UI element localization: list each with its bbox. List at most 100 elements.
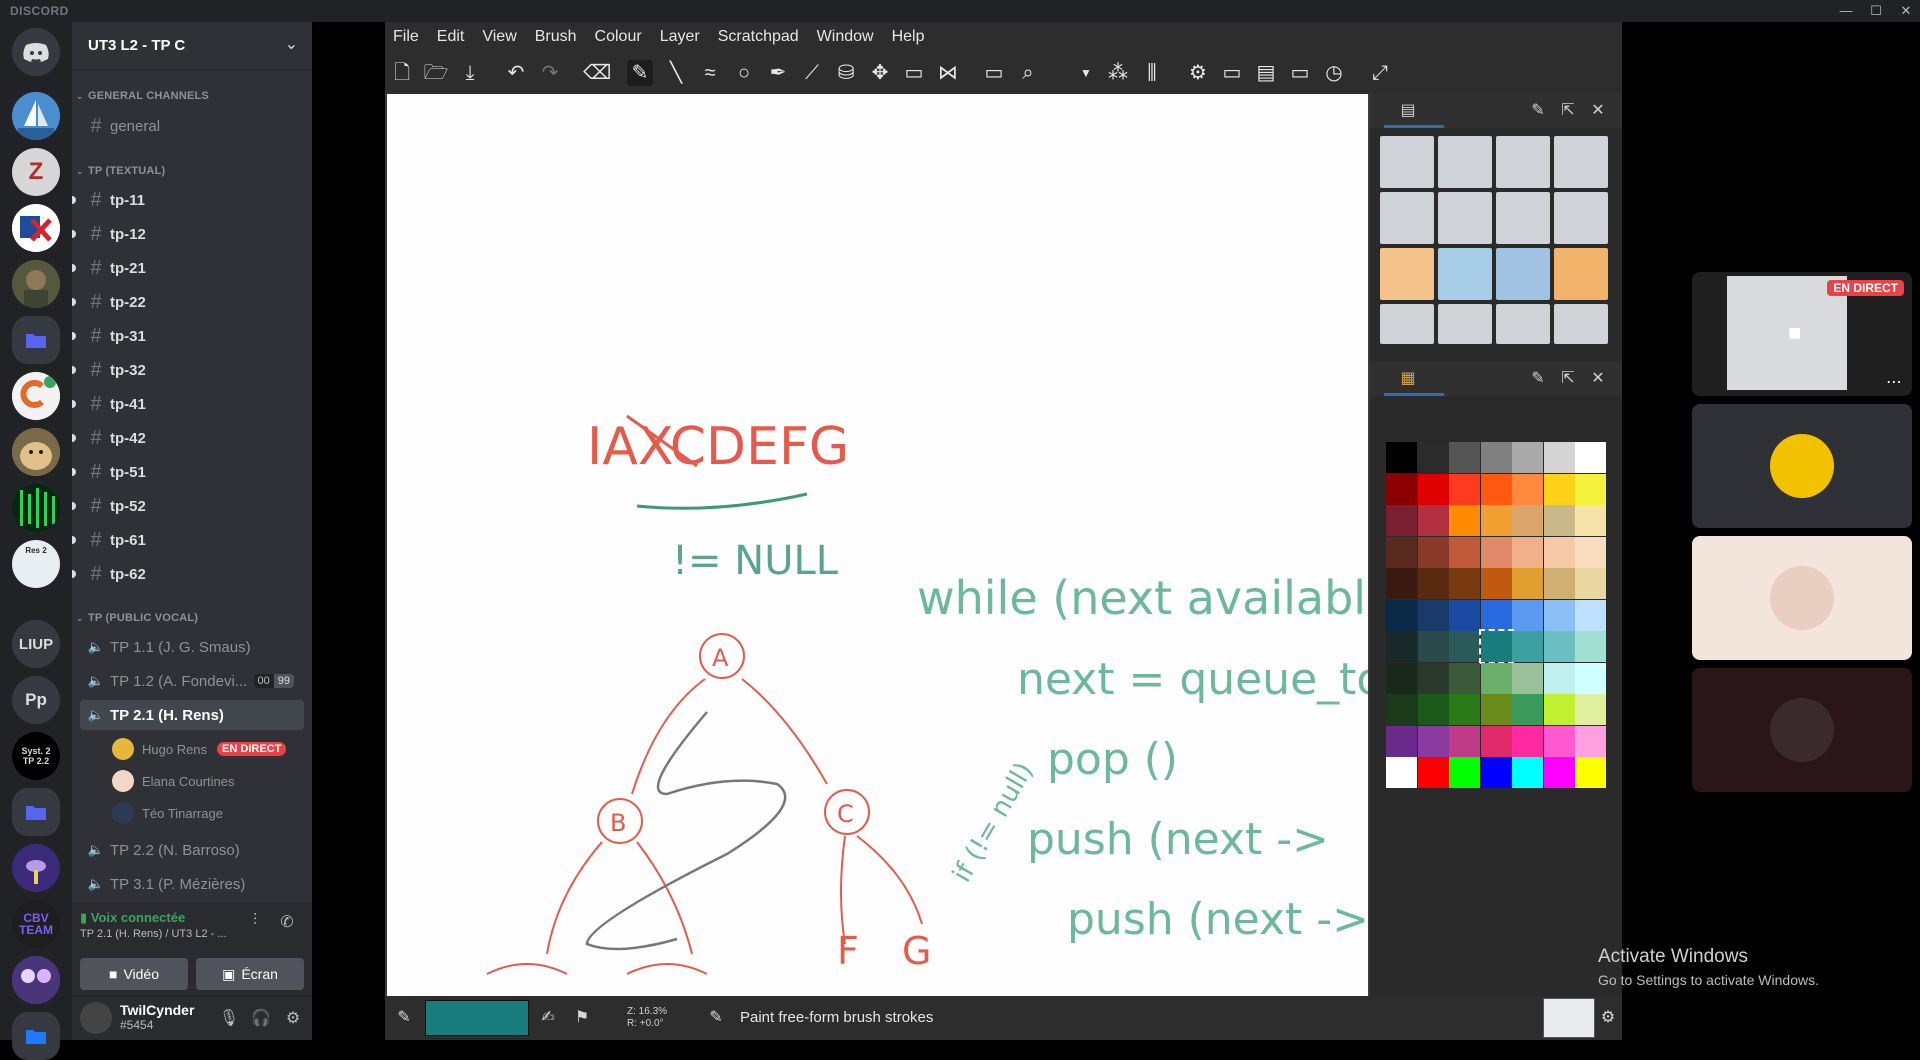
brush-preset[interactable]: [1496, 192, 1550, 244]
participant-tile-stream[interactable]: EN DIRECT ■ ⋯: [1692, 272, 1912, 396]
palette-swatch[interactable]: [1449, 442, 1480, 473]
brush-icon[interactable]: ✎: [393, 1007, 415, 1029]
brush-preset[interactable]: [1554, 304, 1608, 344]
eraser-icon[interactable]: ⌫: [583, 60, 611, 86]
channel-tp-11[interactable]: # tp-11: [72, 185, 304, 215]
float-icon[interactable]: ⇱: [1556, 100, 1580, 122]
pin-icon[interactable]: ✎: [1526, 100, 1550, 122]
palette-swatch[interactable]: [1417, 568, 1449, 599]
minimize-button[interactable]: —: [1832, 0, 1860, 22]
palette-swatch[interactable]: [1512, 568, 1543, 599]
stream-krita-window[interactable]: File Edit View Brush Colour Layer Scratc…: [385, 22, 1622, 1040]
brush-settings-icon[interactable]: ⚙: [1597, 1007, 1619, 1029]
server-matrix[interactable]: [12, 484, 60, 532]
menu-help[interactable]: Help: [892, 28, 925, 46]
palette-swatch[interactable]: [1386, 662, 1417, 694]
channel-tp-41[interactable]: # tp-41: [72, 389, 304, 419]
drawing-canvas[interactable]: IAXCDEFG != NULL while (next available) …: [387, 94, 1368, 996]
palette-swatch[interactable]: [1386, 725, 1417, 757]
brush-preset[interactable]: [1380, 304, 1434, 344]
palette-swatch[interactable]: [1575, 662, 1606, 694]
menu-colour[interactable]: Colour: [595, 28, 642, 46]
server-pp[interactable]: Pp: [12, 676, 60, 724]
microphone-icon[interactable]: 🎙: [218, 1008, 240, 1030]
brush-preset[interactable]: [1496, 304, 1550, 344]
palette-swatch[interactable]: [1480, 599, 1512, 631]
brush-preset[interactable]: [1438, 192, 1492, 244]
palette-swatch[interactable]: [1480, 505, 1512, 536]
palette-swatch[interactable]: [1575, 631, 1606, 662]
redo-icon[interactable]: ↷: [537, 60, 563, 86]
palette-swatch[interactable]: [1575, 442, 1606, 473]
palette-swatch[interactable]: [1512, 725, 1543, 757]
channel-tp-62[interactable]: # tp-62: [72, 559, 304, 589]
palette-swatch[interactable]: [1449, 694, 1480, 725]
palette-swatch[interactable]: [1543, 599, 1575, 631]
server-liup[interactable]: LIUP: [12, 620, 60, 668]
menu-edit[interactable]: Edit: [437, 28, 465, 46]
palette-swatch[interactable]: [1543, 662, 1575, 694]
guild-header[interactable]: UT3 L2 - TP C ⌄: [72, 22, 312, 70]
folder-icon[interactable]: [12, 1012, 60, 1060]
clock-icon[interactable]: ◷: [1321, 60, 1347, 86]
channel-tp-31[interactable]: # tp-31: [72, 321, 304, 351]
palette-swatch[interactable]: [1480, 725, 1512, 757]
voice-user-hugo[interactable]: Hugo Rens EN DIRECT: [112, 735, 304, 763]
screen-share-button[interactable]: ▣ Écran: [196, 958, 304, 990]
fullscreen-icon[interactable]: ⤢: [1367, 60, 1393, 86]
palette-swatch[interactable]: [1512, 662, 1543, 694]
server-doge[interactable]: [12, 428, 60, 476]
color-picker-icon[interactable]: ⟋: [799, 60, 825, 86]
zoom-tool-icon[interactable]: ⌕: [1015, 60, 1041, 86]
palette-swatch[interactable]: [1512, 536, 1543, 568]
palette-swatch[interactable]: [1512, 757, 1543, 788]
server-c-logo[interactable]: [12, 372, 60, 420]
voice-user-elana[interactable]: Elana Courtines: [112, 767, 304, 795]
palette-swatch[interactable]: [1386, 757, 1417, 788]
palette-swatch[interactable]: [1449, 662, 1480, 694]
menu-brush[interactable]: Brush: [535, 28, 577, 46]
server-cbv[interactable]: CBV TEAM: [12, 900, 60, 948]
palette-swatch[interactable]: [1449, 568, 1480, 599]
palette-swatch[interactable]: [1386, 536, 1417, 568]
palette-swatch[interactable]: [1449, 631, 1480, 662]
palette-swatch[interactable]: [1512, 694, 1543, 725]
dropdown-icon[interactable]: ▼: [1073, 60, 1099, 86]
folder-icon[interactable]: [12, 788, 60, 836]
maximize-button[interactable]: ☐: [1862, 0, 1890, 22]
palette-swatch[interactable]: [1575, 536, 1606, 568]
palette-swatch[interactable]: [1478, 629, 1514, 664]
palette-swatch[interactable]: [1417, 536, 1449, 568]
brush-preset[interactable]: [1438, 304, 1492, 344]
foreground-color-swatch[interactable]: [425, 1000, 529, 1036]
avatar[interactable]: [80, 1002, 112, 1034]
close-icon[interactable]: ✕: [1586, 100, 1610, 122]
palette-swatch[interactable]: [1386, 599, 1417, 631]
palette-swatch[interactable]: [1417, 694, 1449, 725]
palette-swatch[interactable]: [1417, 631, 1449, 662]
palette-swatch[interactable]: [1543, 568, 1575, 599]
fill-tool-icon[interactable]: ⛁: [833, 60, 859, 86]
image-icon[interactable]: ▭: [1287, 60, 1313, 86]
server-rocket[interactable]: [12, 844, 60, 892]
palette-tab-icon[interactable]: ▦: [1396, 368, 1420, 390]
participant-tile[interactable]: [1692, 404, 1912, 528]
brush-preset[interactable]: [1380, 192, 1434, 244]
voice-user-teo[interactable]: Téo Tinarrage: [112, 799, 304, 827]
palette-swatch[interactable]: [1575, 568, 1606, 599]
navigator-thumbnail[interactable]: [1543, 998, 1595, 1038]
menu-layer[interactable]: Layer: [660, 28, 700, 46]
stamp-icon[interactable]: ⚑: [571, 1007, 593, 1029]
menu-view[interactable]: View: [482, 28, 516, 46]
docker-icon[interactable]: ▭: [1219, 60, 1245, 86]
open-file-icon[interactable]: 🗁: [423, 60, 449, 86]
transform-tool-icon[interactable]: ▭: [901, 60, 927, 86]
palette-swatch[interactable]: [1512, 631, 1543, 662]
brush-preset[interactable]: [1438, 136, 1492, 188]
folder-icon[interactable]: [12, 316, 60, 364]
palette-swatch[interactable]: [1417, 757, 1449, 788]
chevron-down-icon[interactable]: ⌄: [285, 34, 298, 54]
palette-swatch[interactable]: [1543, 631, 1575, 662]
new-file-icon[interactable]: 🗋: [389, 60, 415, 86]
palette-swatch[interactable]: [1480, 568, 1512, 599]
